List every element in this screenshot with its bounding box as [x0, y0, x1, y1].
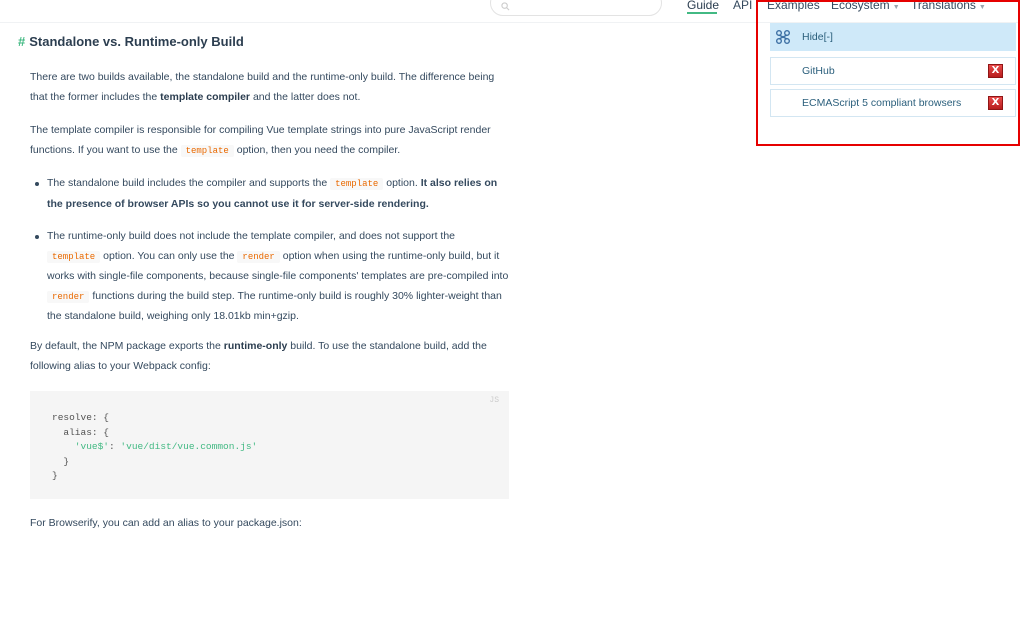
- inline-code: render: [47, 290, 90, 303]
- paragraph-default-export: By default, the NPM package exports the …: [30, 337, 510, 376]
- search-icon: [501, 2, 510, 11]
- extension-item-github[interactable]: GitHub X: [770, 57, 1016, 85]
- paragraph-browserify: For Browserify, you can add an alias to …: [30, 514, 510, 534]
- extension-panel: Hide[-] GitHub X ECMAScript 5 compliant …: [756, 0, 1020, 146]
- build-list: The standalone build includes the compil…: [30, 174, 510, 214]
- code-punctuation: :: [109, 441, 121, 452]
- close-icon[interactable]: X: [988, 96, 1003, 110]
- paragraph-template-compiler: The template compiler is responsible for…: [30, 121, 510, 161]
- hide-label: Hide[-]: [802, 31, 833, 43]
- extension-item-label: ECMAScript 5 compliant browsers: [802, 97, 962, 109]
- list-item: The standalone build includes the compil…: [30, 174, 510, 214]
- code-line: alias: {: [52, 426, 110, 438]
- code-content: resolve: { alias: { 'vue$': 'vue/dist/vu…: [52, 411, 257, 484]
- paragraph-text: and the latter does not.: [250, 90, 361, 103]
- bold-text: runtime-only: [223, 340, 288, 352]
- bold-text: template compiler: [160, 90, 251, 103]
- section-heading: # Standalone vs. Runtime-only Build: [18, 34, 244, 49]
- code-block: JS resolve: { alias: { 'vue$': 'vue/dist…: [30, 391, 509, 499]
- inline-code: template: [180, 144, 234, 157]
- heading-text: Standalone vs. Runtime-only Build: [29, 34, 244, 49]
- paragraph-builds: There are two builds available, the stan…: [30, 68, 510, 107]
- search-input[interactable]: [490, 0, 662, 16]
- nav-link-guide[interactable]: Guide: [687, 0, 719, 12]
- code-line: }: [52, 455, 70, 467]
- extension-item-ecmascript[interactable]: ECMAScript 5 compliant browsers X: [770, 89, 1016, 117]
- list-text: functions during the build step. The run…: [47, 289, 502, 323]
- paragraph-text: For Browserify, you can add an alias to …: [30, 517, 302, 529]
- paragraph-text: option, then you need the compiler.: [233, 143, 401, 156]
- inline-code: template: [330, 178, 384, 190]
- list-text: The runtime-only build does not include …: [47, 230, 455, 242]
- list-item: The runtime-only build does not include …: [30, 227, 510, 327]
- list-text: option.: [383, 177, 421, 189]
- inline-code: render: [237, 250, 280, 263]
- code-line: resolve: {: [52, 412, 110, 423]
- extension-item-label: GitHub: [802, 65, 835, 77]
- code-string: 'vue/dist/vue.common.js': [120, 441, 258, 452]
- code-language-label: JS: [489, 396, 499, 405]
- build-list: The runtime-only build does not include …: [30, 227, 510, 327]
- nav-active-underline: [687, 12, 717, 14]
- list-text: option. You can only use the: [100, 249, 238, 262]
- puzzle-icon: [776, 30, 790, 44]
- heading-anchor-link[interactable]: #: [18, 34, 25, 49]
- close-icon[interactable]: X: [988, 64, 1003, 78]
- inline-code: template: [47, 250, 101, 263]
- nav-link-api[interactable]: API: [733, 0, 752, 12]
- paragraph-text: By default, the NPM package exports the: [30, 340, 224, 352]
- list-text: The standalone build includes the compil…: [47, 177, 331, 189]
- extension-hide-toggle[interactable]: Hide[-]: [770, 23, 1016, 51]
- code-string: 'vue$': [52, 441, 110, 452]
- code-line: }: [52, 470, 58, 481]
